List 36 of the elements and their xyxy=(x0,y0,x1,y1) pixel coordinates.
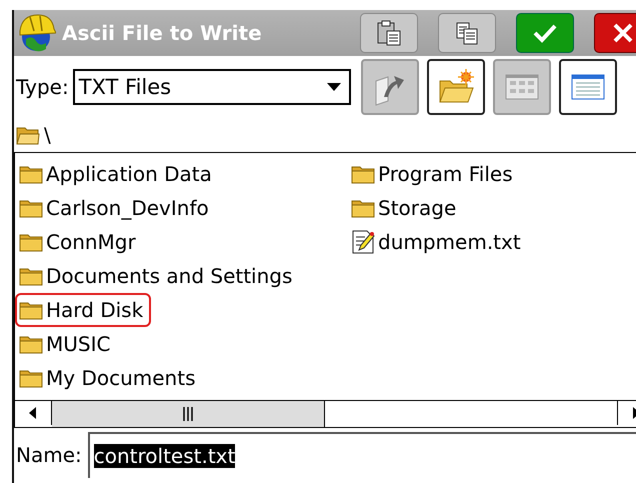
name-label: Name: xyxy=(16,443,82,467)
file-list-item[interactable]: My Documents xyxy=(15,361,204,395)
file-list-item[interactable]: Documents and Settings xyxy=(15,259,300,293)
file-type-dropdown[interactable]: TXT Files xyxy=(72,69,351,105)
current-path: \ xyxy=(44,123,51,147)
folder-icon xyxy=(351,198,375,218)
new-folder-button[interactable] xyxy=(426,59,485,115)
horizontal-scrollbar[interactable] xyxy=(15,400,636,427)
paste-button[interactable] xyxy=(360,13,418,53)
folder-icon xyxy=(351,164,375,184)
file-list-item[interactable]: Storage xyxy=(347,191,464,225)
file-list-item[interactable]: dumpmem.txt xyxy=(347,225,529,259)
file-list-item[interactable]: Hard Disk xyxy=(15,293,152,327)
file-list-item[interactable]: Application Data xyxy=(15,157,220,191)
ok-button[interactable] xyxy=(516,13,574,53)
type-label: Type: xyxy=(16,75,69,99)
details-view-button[interactable] xyxy=(558,59,617,115)
file-name-field[interactable]: controltest.txt xyxy=(88,432,636,478)
file-list-item[interactable]: MUSIC xyxy=(15,327,118,361)
folder-icon xyxy=(19,334,43,354)
folder-icon xyxy=(19,198,43,218)
folder-icon xyxy=(19,300,43,320)
caret-icon xyxy=(326,83,341,91)
folder-icon xyxy=(16,125,40,145)
cancel-button[interactable] xyxy=(594,13,636,53)
file-list-item[interactable]: Program Files xyxy=(347,157,521,191)
copy-button[interactable] xyxy=(438,13,496,53)
file-list-item[interactable]: Carlson_DevInfo xyxy=(15,191,217,225)
folder-icon xyxy=(19,232,43,252)
text-file-icon xyxy=(351,230,375,254)
window-title: Ascii File to Write xyxy=(62,21,262,45)
folder-icon xyxy=(19,266,43,286)
grip-icon xyxy=(182,407,194,421)
file-list-item[interactable]: ConnMgr xyxy=(15,225,144,259)
folder-icon xyxy=(19,368,43,388)
folder-icon xyxy=(19,164,43,184)
